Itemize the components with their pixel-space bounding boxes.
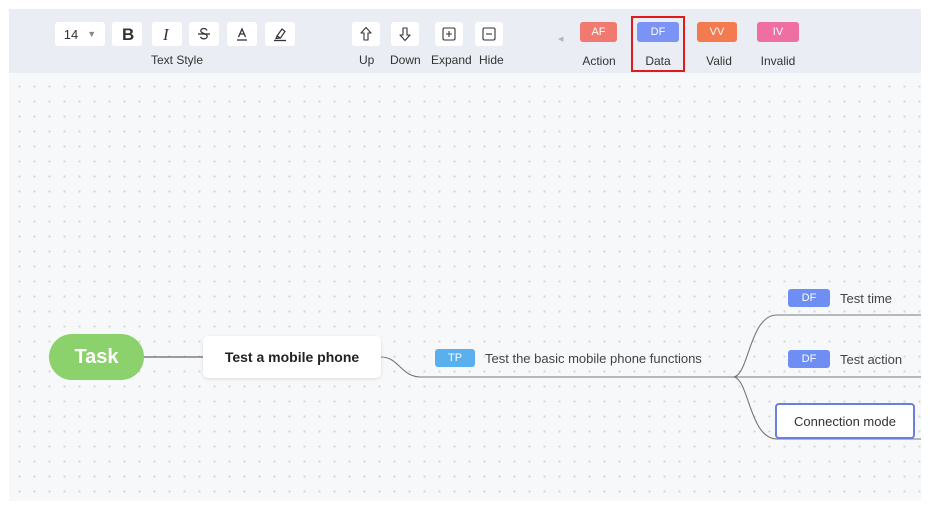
down-label: Down bbox=[390, 53, 421, 67]
bold-button[interactable]: B bbox=[112, 22, 142, 46]
italic-icon: I bbox=[162, 26, 170, 42]
font-color-button[interactable] bbox=[227, 22, 257, 46]
main-topic-node[interactable]: Test a mobile phone bbox=[203, 336, 381, 378]
highlight-icon bbox=[274, 28, 286, 42]
df-tag: DF bbox=[788, 350, 830, 368]
highlight-button[interactable] bbox=[265, 22, 295, 46]
toolbar: 14 ▼ B I Text Style Up Down Expand Hide … bbox=[9, 9, 921, 73]
test-time-node[interactable]: DF Test time bbox=[788, 289, 892, 307]
text-style-label: Text Style bbox=[151, 53, 204, 67]
move-up-button[interactable] bbox=[352, 22, 380, 46]
selection-highlight bbox=[631, 16, 685, 72]
collapse-icon bbox=[482, 27, 496, 41]
action-label[interactable]: Action bbox=[574, 54, 624, 68]
move-down-button[interactable] bbox=[391, 22, 419, 46]
italic-button[interactable]: I bbox=[152, 22, 182, 46]
invalid-label[interactable]: Invalid bbox=[753, 54, 803, 68]
font-color-icon bbox=[237, 27, 247, 41]
expand-label: Expand bbox=[431, 53, 472, 67]
arrow-down-icon bbox=[399, 27, 411, 42]
expand-button[interactable] bbox=[435, 22, 463, 46]
scroll-left-icon[interactable]: ◀ bbox=[558, 35, 563, 43]
action-tag-button[interactable]: AF bbox=[580, 22, 617, 42]
svg-text:B: B bbox=[122, 26, 134, 42]
font-size-select[interactable]: 14 ▼ bbox=[55, 22, 105, 46]
expand-icon bbox=[442, 27, 456, 41]
tp-subtopic-node[interactable]: TP Test the basic mobile phone functions bbox=[435, 349, 702, 367]
test-action-text: Test action bbox=[840, 351, 903, 367]
strikethrough-button[interactable] bbox=[189, 22, 219, 46]
up-label: Up bbox=[359, 53, 375, 67]
strikethrough-icon bbox=[198, 27, 210, 40]
font-size-value: 14 bbox=[63, 26, 79, 42]
df-tag: DF bbox=[788, 289, 830, 307]
bold-icon: B bbox=[122, 26, 134, 42]
connection-mode-node[interactable]: Connection mode bbox=[775, 403, 915, 439]
test-action-node[interactable]: DF Test action bbox=[788, 350, 902, 368]
arrow-up-icon bbox=[360, 26, 372, 41]
hide-button[interactable] bbox=[475, 22, 503, 46]
chevron-down-icon: ▼ bbox=[87, 29, 97, 39]
invalid-tag-button[interactable]: IV bbox=[757, 22, 799, 42]
valid-tag-button[interactable]: VV bbox=[697, 22, 737, 42]
hide-label: Hide bbox=[479, 53, 504, 67]
valid-label[interactable]: Valid bbox=[694, 54, 744, 68]
mindmap-editor: 14 ▼ B I Text Style Up Down Expand Hide … bbox=[9, 9, 921, 501]
root-node[interactable]: Task bbox=[49, 334, 144, 380]
test-time-text: Test time bbox=[840, 290, 893, 306]
mindmap-canvas[interactable]: Task Test a mobile phone TP Test the bas… bbox=[9, 73, 921, 501]
tp-tag: TP bbox=[435, 349, 475, 367]
svg-text:I: I bbox=[162, 26, 170, 42]
tp-subtopic-text: Test the basic mobile phone functions bbox=[485, 350, 702, 366]
